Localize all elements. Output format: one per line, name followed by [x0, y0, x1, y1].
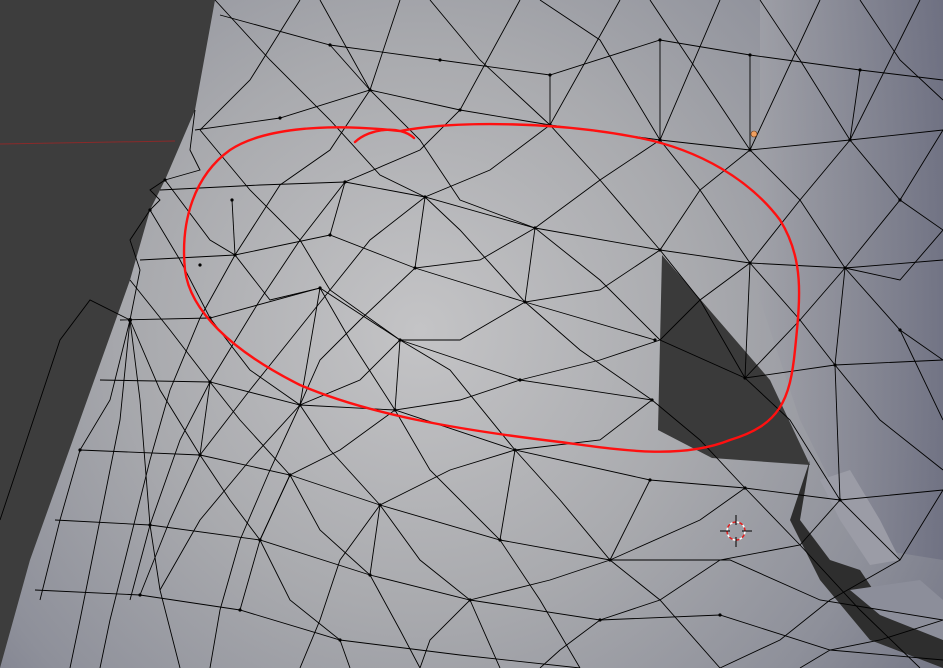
viewport-canvas[interactable]: [0, 0, 943, 668]
3d-viewport[interactable]: [0, 0, 943, 668]
origin-dot[interactable]: [750, 130, 758, 138]
